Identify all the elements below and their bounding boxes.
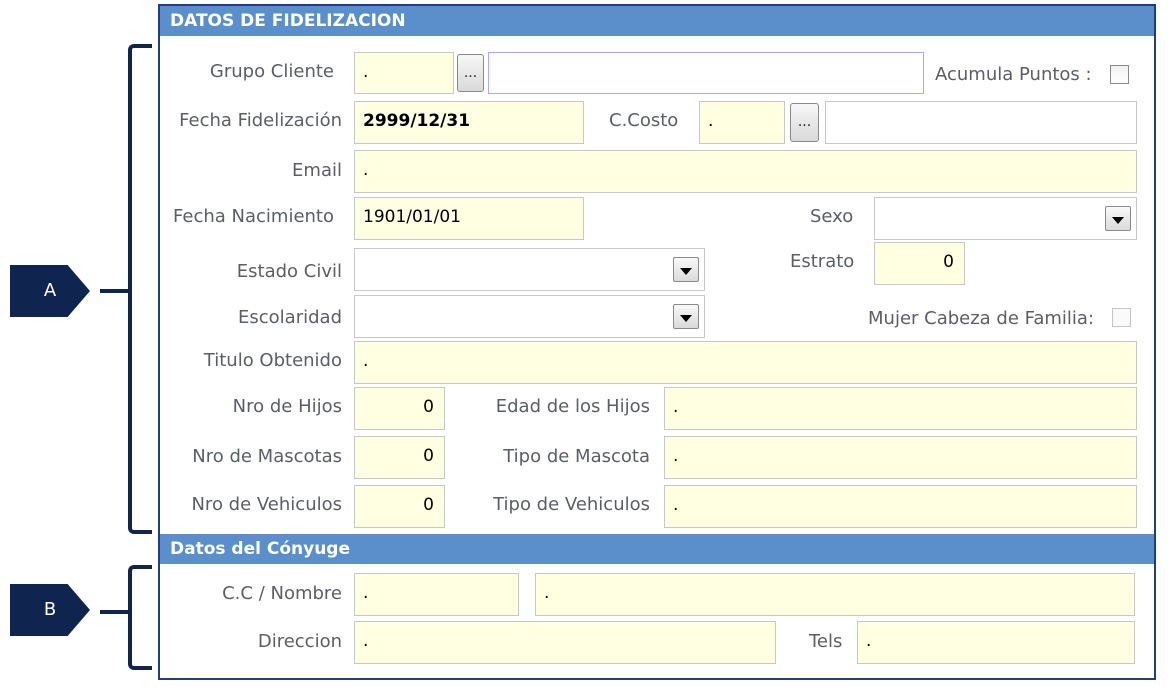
fecha-fidelizacion-input[interactable]: 2999/12/31: [354, 101, 584, 144]
nro-vehiculos-label: Nro de Vehiculos: [191, 494, 342, 515]
tipo-mascota-label: Tipo de Mascota: [503, 446, 650, 467]
fecha-nacimiento-label: Fecha Nacimiento: [173, 206, 334, 227]
c-costo-lookup-button[interactable]: ...: [790, 103, 819, 142]
chevron-down-icon: [680, 268, 692, 275]
nro-vehiculos-input[interactable]: 0: [354, 485, 445, 528]
titulo-obtenido-label: Titulo Obtenido: [203, 350, 342, 371]
escolaridad-label: Escolaridad: [238, 307, 342, 328]
estrato-input[interactable]: 0: [874, 242, 965, 285]
marker-b: B: [10, 584, 90, 636]
estado-civil-dropdown-button[interactable]: [673, 257, 699, 282]
spouse-cc-input[interactable]: .: [354, 573, 519, 616]
marker-a: A: [10, 265, 90, 317]
nro-hijos-input[interactable]: 0: [354, 387, 445, 430]
edad-hijos-label: Edad de los Hijos: [495, 396, 650, 417]
tels-input[interactable]: .: [857, 621, 1135, 664]
escolaridad-select[interactable]: [354, 295, 705, 338]
bracket-b: [128, 565, 152, 670]
direccion-label: Direccion: [257, 631, 342, 652]
fecha-nacimiento-input[interactable]: 1901/01/01: [354, 197, 584, 240]
loyalty-panel: DATOS DE FIDELIZACION Grupo Cliente . ..…: [158, 4, 1156, 680]
sexo-label: Sexo: [810, 206, 854, 227]
spouse-nombre-input[interactable]: .: [535, 573, 1135, 616]
chevron-down-icon: [680, 315, 692, 322]
titulo-obtenido-input[interactable]: .: [354, 341, 1137, 384]
sexo-select[interactable]: [874, 197, 1137, 240]
edad-hijos-input[interactable]: .: [664, 387, 1137, 430]
email-label: Email: [292, 160, 342, 181]
loyalty-section-header: DATOS DE FIDELIZACION: [160, 6, 1154, 36]
bracket-b-pointer: [100, 610, 132, 614]
mujer-cabeza-familia-label: Mujer Cabeza de Familia:: [868, 308, 1095, 329]
escolaridad-dropdown-button[interactable]: [673, 304, 699, 329]
nro-hijos-label: Nro de Hijos: [232, 396, 342, 417]
grupo-cliente-label: Grupo Cliente: [209, 61, 334, 82]
fecha-fidelizacion-label: Fecha Fidelización: [179, 110, 342, 131]
tipo-vehiculos-label: Tipo de Vehiculos: [493, 494, 650, 515]
grupo-cliente-lookup-button[interactable]: ...: [457, 54, 484, 92]
estado-civil-label: Estado Civil: [236, 261, 342, 282]
tipo-mascota-input[interactable]: .: [664, 436, 1137, 479]
c-costo-description-input[interactable]: [825, 101, 1137, 144]
acumula-puntos-checkbox[interactable]: [1110, 65, 1129, 84]
estado-civil-select[interactable]: [354, 248, 705, 291]
grupo-cliente-code-input[interactable]: .: [354, 52, 454, 94]
direccion-input[interactable]: .: [354, 621, 776, 664]
estrato-label: Estrato: [790, 251, 855, 272]
grupo-cliente-description-input[interactable]: [488, 52, 924, 94]
c-costo-label: C.Costo: [609, 110, 679, 131]
nro-mascotas-label: Nro de Mascotas: [192, 446, 342, 467]
cc-nombre-label: C.C / Nombre: [222, 583, 342, 604]
sexo-dropdown-button[interactable]: [1105, 206, 1131, 231]
tels-label: Tels: [809, 631, 843, 652]
spouse-section-header: Datos del Cónyuge: [160, 534, 1154, 564]
mujer-cabeza-familia-checkbox[interactable]: [1112, 308, 1131, 327]
nro-mascotas-input[interactable]: 0: [354, 436, 445, 479]
tipo-vehiculos-input[interactable]: .: [664, 485, 1137, 528]
chevron-down-icon: [1112, 217, 1124, 224]
email-input[interactable]: .: [354, 150, 1137, 193]
bracket-a-pointer: [100, 289, 132, 293]
acumula-puntos-label: Acumula Puntos :: [935, 64, 1092, 85]
c-costo-code-input[interactable]: .: [699, 101, 785, 144]
